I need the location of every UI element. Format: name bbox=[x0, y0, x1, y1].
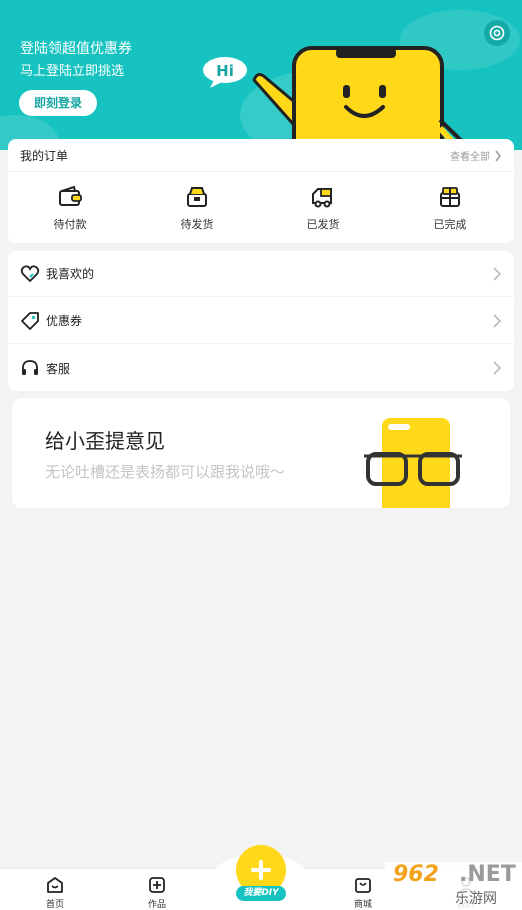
gift-box-icon bbox=[440, 187, 460, 207]
orders-card: 我的订单 查看全部 待付款 待发货 已发货 已完成 bbox=[8, 139, 514, 243]
tab-label: 作品 bbox=[147, 900, 166, 910]
watermark-net: .NET bbox=[459, 862, 516, 887]
order-status-label: 已完成 bbox=[433, 218, 467, 231]
orders-header: 我的订单 查看全部 bbox=[8, 139, 514, 172]
watermark-number: 962 bbox=[393, 862, 439, 887]
wallet-icon bbox=[59, 185, 82, 206]
tab-home[interactable]: 首页 bbox=[25, 875, 85, 910]
feedback-card[interactable]: 给小歪提意见 无论吐槽还是表扬都可以跟我说哦～ bbox=[12, 398, 510, 508]
heart-icon bbox=[20, 264, 40, 282]
login-button[interactable]: 即刻登录 bbox=[19, 90, 97, 116]
plus-icon bbox=[251, 860, 271, 880]
view-all-orders-link[interactable]: 查看全部 bbox=[450, 148, 502, 163]
watermark-text: 乐游网 bbox=[455, 891, 497, 907]
headphones-icon bbox=[22, 360, 38, 375]
tab-label: 首页 bbox=[45, 900, 64, 910]
menu-item-coupons[interactable]: 优惠券 bbox=[8, 298, 514, 344]
feedback-subtitle: 无论吐槽还是表扬都可以跟我说哦～ bbox=[45, 463, 286, 481]
tab-label: 商城 bbox=[353, 900, 372, 910]
chevron-right-icon bbox=[493, 361, 502, 375]
header-banner: 登陆领超值优惠券 马上登陆立即挑选 即刻登录 Hi bbox=[0, 0, 522, 150]
package-icon bbox=[187, 187, 207, 207]
menu-item-label: 我喜欢的 bbox=[46, 267, 95, 281]
tab-mall[interactable]: 商城 bbox=[333, 875, 393, 910]
site-watermark: 962 .NET 乐游网 bbox=[385, 862, 522, 910]
chevron-right-icon bbox=[493, 266, 502, 281]
mascot-illustration: Hi bbox=[203, 46, 473, 150]
settings-button[interactable] bbox=[484, 20, 510, 46]
order-status-label: 待发货 bbox=[180, 218, 214, 231]
diy-label[interactable]: 我要DIY bbox=[236, 886, 286, 901]
order-pending-shipment[interactable]: 待发货 bbox=[157, 184, 237, 232]
tab-works[interactable]: 作品 bbox=[127, 875, 187, 910]
menu-item-customer-service[interactable]: 客服 bbox=[8, 345, 514, 391]
chevron-right-icon bbox=[495, 150, 501, 161]
menu-card: 我喜欢的 优惠券 客服 bbox=[8, 251, 514, 391]
truck-icon bbox=[312, 188, 332, 208]
banner-title: 登陆领超值优惠券 bbox=[20, 41, 132, 57]
menu-item-label: 优惠券 bbox=[46, 314, 83, 328]
order-status-label: 已发货 bbox=[306, 218, 340, 231]
menu-item-favorites[interactable]: 我喜欢的 bbox=[8, 251, 514, 297]
feedback-title: 给小歪提意见 bbox=[45, 429, 165, 453]
settings-gear-icon bbox=[489, 25, 505, 41]
order-shipped[interactable]: 已发货 bbox=[283, 184, 363, 232]
order-pending-payment[interactable]: 待付款 bbox=[30, 184, 110, 232]
view-all-label: 查看全部 bbox=[450, 152, 490, 163]
shopping-bag-icon bbox=[355, 878, 371, 893]
order-status-label: 待付款 bbox=[53, 218, 87, 231]
add-square-icon bbox=[149, 877, 165, 893]
tag-icon bbox=[21, 311, 39, 330]
order-completed[interactable]: 已完成 bbox=[410, 184, 490, 232]
orders-title: 我的订单 bbox=[20, 149, 69, 163]
home-icon bbox=[47, 877, 63, 893]
chevron-right-icon bbox=[493, 313, 502, 328]
hi-bubble: Hi bbox=[203, 57, 247, 88]
banner-subtitle: 马上登陆立即挑选 bbox=[20, 64, 125, 79]
mascot-glasses-illustration bbox=[364, 418, 462, 508]
menu-item-label: 客服 bbox=[46, 361, 71, 376]
hi-bubble-text: Hi bbox=[216, 62, 234, 80]
